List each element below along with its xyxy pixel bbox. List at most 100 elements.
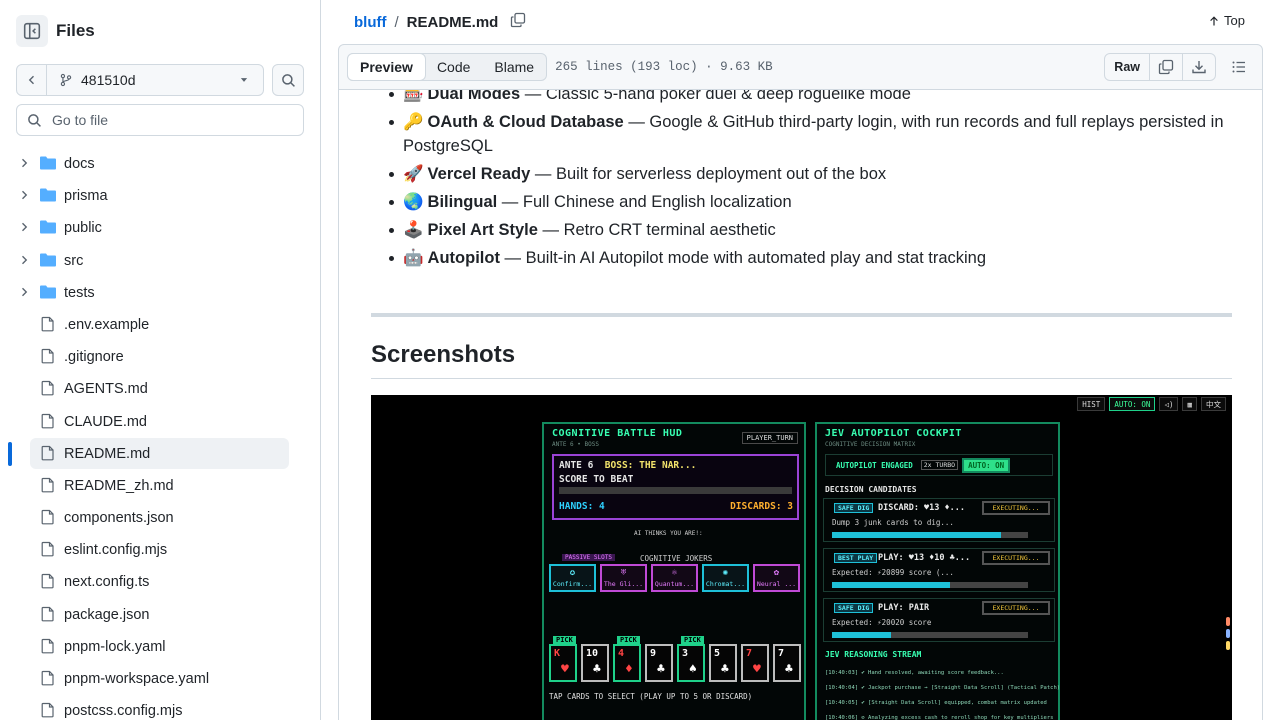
joker-card[interactable]: ♅ The Gli... <box>600 564 647 592</box>
feature-description: — Built-in AI Autopilot mode with automa… <box>499 249 987 267</box>
tab-code[interactable]: Code <box>425 54 482 80</box>
back-button[interactable] <box>17 65 47 95</box>
folder-icon <box>40 188 56 202</box>
chevron-right-icon[interactable] <box>18 221 30 233</box>
chevron-right-icon[interactable] <box>18 189 30 201</box>
chevron-right-icon[interactable] <box>18 286 30 298</box>
game-screenshot: HIST AUTO: ON ◁) ▦ 中文 COGNITIVE BATTLE H… <box>371 395 1232 720</box>
tree-folder-item[interactable]: docs <box>0 148 320 180</box>
decision-candidate[interactable]: SAFE DIG DISCARD: ♥13 ♦... EXECUTING... Dum… <box>823 498 1055 542</box>
tree-file-item[interactable]: .gitignore <box>0 341 320 373</box>
tree-item-label: components.json <box>64 510 174 527</box>
stream-line: [10:40:03] ✔ Hand resolved, awaiting sco… <box>825 670 1004 676</box>
feature-list-item: 🚀 Vercel Ready — Built for serverless dep… <box>371 162 1233 186</box>
chevron-right-icon[interactable] <box>18 157 30 169</box>
tab-preview[interactable]: Preview <box>347 53 426 81</box>
tree-file-item[interactable]: CLAUDE.md <box>0 406 320 438</box>
auto-on-toggle[interactable]: AUTO: ON <box>962 457 1011 473</box>
battle-hud-panel: COGNITIVE BATTLE HUD ANTE 6 • BOSS PLAYE… <box>542 422 806 720</box>
tree-folder-item[interactable]: public <box>0 212 320 244</box>
card-suit: ♦ <box>625 662 633 677</box>
feature-description: — Retro CRT terminal aesthetic <box>537 221 776 239</box>
tree-folder-item[interactable]: tests <box>0 277 320 309</box>
tree-file-item[interactable]: README.md <box>0 437 320 470</box>
branch-select[interactable]: 481510d <box>47 65 263 95</box>
tree-item-label: README.md <box>64 445 151 462</box>
chevron-right-icon[interactable] <box>18 254 30 266</box>
raw-actions-group: Raw <box>1104 53 1216 81</box>
arrow-up-icon <box>1210 15 1218 25</box>
tab-blame[interactable]: Blame <box>482 54 546 80</box>
tree-folder-item[interactable]: src <box>0 245 320 277</box>
candidate-confidence-bar <box>832 582 1028 588</box>
go-to-file-input[interactable] <box>52 112 292 128</box>
feature-title: OAuth & Cloud Database <box>427 113 624 131</box>
tree-file-item[interactable]: .env.example <box>0 309 320 341</box>
tree-file-item[interactable]: AGENTS.md <box>0 373 320 405</box>
go-to-file-field[interactable] <box>16 104 304 136</box>
joker-card[interactable]: ✪ Confirm... <box>549 564 596 592</box>
candidate-confidence-fill <box>832 582 950 588</box>
card-suit: ♣ <box>721 662 729 677</box>
candidate-badge: SAFE DIG <box>834 503 874 513</box>
playing-card[interactable]: 7 ♥ <box>741 644 769 682</box>
hist-chip: HIST <box>1077 397 1106 411</box>
tree-item-label: src <box>64 252 84 269</box>
decision-candidate[interactable]: SAFE DIG PLAY: PAIR EXECUTING... Expected: … <box>823 598 1055 642</box>
copy-raw-button[interactable] <box>1150 54 1183 80</box>
file-tree: docs prisma public src tests .env.example .git… <box>0 148 320 720</box>
playing-card[interactable]: PICK 4 ♦ <box>613 636 641 682</box>
joker-name: Quantum... <box>654 580 695 588</box>
playing-card[interactable]: PICK 3 ♠ <box>677 636 705 682</box>
tree-item-label: AGENTS.md <box>64 381 148 398</box>
playing-card[interactable]: 9 ♣ <box>645 644 673 682</box>
playing-card[interactable]: 5 ♣ <box>709 644 737 682</box>
breadcrumb-file-name: README.md <box>406 13 499 31</box>
tree-folder-item[interactable]: prisma <box>0 180 320 212</box>
stream-line: [10:40:06] ⊘ Analyzing excess cash to re… <box>825 715 1054 720</box>
tree-item-label: postcss.config.mjs <box>64 703 183 720</box>
pick-badge: PICK <box>617 636 640 644</box>
candidate-badge: BEST PLAY <box>834 553 878 563</box>
tree-file-item[interactable]: pnpm-workspace.yaml <box>0 663 320 695</box>
decision-candidate[interactable]: BEST PLAY PLAY: ♥13 ♦10 ♣... EXECUTING... E… <box>823 548 1055 592</box>
autopilot-engaged-label: AUTOPILOT ENGAGED <box>836 460 913 470</box>
tree-file-item[interactable]: postcss.config.mjs <box>0 695 320 720</box>
file-icon <box>41 638 54 654</box>
joker-card[interactable]: ⚛ Quantum... <box>651 564 698 592</box>
raw-button[interactable]: Raw <box>1105 54 1150 80</box>
joker-card[interactable]: ✿ Neural ... <box>753 564 800 592</box>
search-files-button[interactable] <box>272 64 304 96</box>
executing-status: EXECUTING... <box>982 501 1050 515</box>
outline-button[interactable] <box>1224 53 1254 81</box>
tree-file-item[interactable]: next.config.ts <box>0 566 320 598</box>
playing-card[interactable]: 10 ♣ <box>581 644 609 682</box>
tree-file-item[interactable]: eslint.config.mjs <box>0 534 320 566</box>
back-to-top-link[interactable]: Top <box>1208 13 1245 28</box>
tree-file-item[interactable]: package.json <box>0 599 320 631</box>
joker-glyph-icon: ✺ <box>722 568 729 578</box>
playing-card[interactable]: PICK K ♥ <box>549 636 577 682</box>
joker-glyph-icon: ✪ <box>569 568 576 578</box>
collapse-sidebar-button[interactable] <box>16 15 48 47</box>
sidebar-header: Files <box>16 15 95 47</box>
folder-icon <box>40 220 56 234</box>
hand-cards: PICK K ♥ 10 ♣ PICK 4 ♦ 9 ♣ PICK 3 ♠ 5 ♣ 7 ♥ 7 ♣ <box>549 636 801 682</box>
file-actions: Raw <box>1104 53 1254 81</box>
tree-file-item[interactable]: pnpm-lock.yaml <box>0 631 320 663</box>
turbo-toggle[interactable]: 2x TURBO <box>920 460 959 470</box>
tree-file-item[interactable]: README_zh.md <box>0 470 320 502</box>
folder-icon <box>40 156 56 170</box>
copy-path-button[interactable] <box>510 12 526 33</box>
playing-card[interactable]: 7 ♣ <box>773 644 801 682</box>
joker-card[interactable]: ✺ Chromat... <box>702 564 749 592</box>
tree-file-item[interactable]: components.json <box>0 502 320 534</box>
chevron-left-icon <box>28 75 34 85</box>
score-bar <box>559 487 792 494</box>
search-icon <box>281 73 295 87</box>
tree-item-label: tests <box>64 284 95 301</box>
download-button[interactable] <box>1183 54 1215 80</box>
caret-down-icon <box>240 78 248 82</box>
card-suit: ♠ <box>689 662 697 677</box>
breadcrumb-repo-link[interactable]: bluff <box>354 14 386 31</box>
